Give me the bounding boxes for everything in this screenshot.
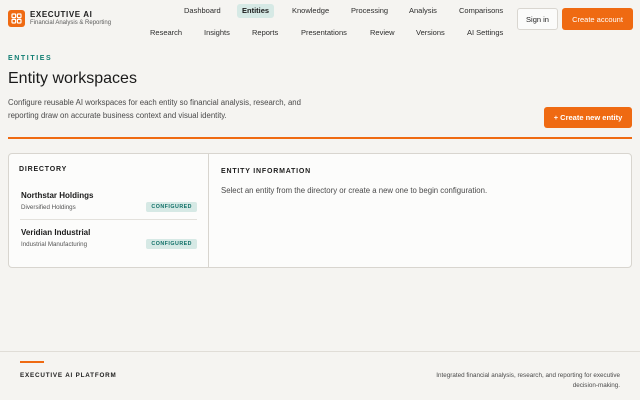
nav-versions[interactable]: Versions (411, 26, 450, 40)
brand[interactable]: EXECUTIVE AI Financial Analysis & Report… (8, 10, 111, 27)
nav-entities[interactable]: Entities (237, 4, 275, 18)
brand-name: EXECUTIVE AI (30, 10, 93, 19)
brand-subtitle: Financial Analysis & Reporting (30, 20, 112, 26)
nav-analysis[interactable]: Analysis (404, 4, 442, 18)
directory-heading: DIRECTORY (19, 166, 68, 173)
entity-list-item[interactable]: Northstar Holdings Diversified Holdings … (20, 187, 197, 220)
entity-name: Northstar Holdings (21, 191, 94, 200)
page-description: Configure reusable AI workspaces for eac… (8, 98, 301, 120)
page-title: Entity workspaces (8, 70, 137, 87)
nav-review[interactable]: Review (365, 26, 400, 40)
nav-presentations[interactable]: Presentations (296, 26, 352, 40)
nav-dashboard[interactable]: Dashboard (179, 4, 226, 18)
sign-in-button[interactable]: Sign in (517, 8, 558, 30)
status-badge: CONFIGURED (146, 202, 197, 212)
nav-insights[interactable]: Insights (199, 26, 235, 40)
nav-processing[interactable]: Processing (346, 4, 393, 18)
entity-sector: Diversified Holdings (21, 204, 76, 211)
entity-panel: DIRECTORY Northstar Holdings Diversified… (8, 153, 632, 268)
footer-divider (0, 351, 640, 352)
top-header: EXECUTIVE AI Financial Analysis & Report… (0, 0, 640, 40)
nav-ai-settings[interactable]: AI Settings (462, 26, 508, 40)
nav-research[interactable]: Research (145, 26, 187, 40)
nav-knowledge[interactable]: Knowledge (287, 4, 334, 18)
footer-tagline: Integrated financial analysis, research,… (436, 372, 620, 389)
entity-sector: Industrial Manufacturing (21, 241, 88, 248)
accent-divider (8, 137, 632, 139)
panel-divider (208, 154, 209, 267)
nav-comparisons[interactable]: Comparisons (454, 4, 508, 18)
logo-grid-icon (8, 10, 25, 27)
entity-name: Veridian Industrial (21, 228, 91, 237)
footer-brand: EXECUTIVE AI PLATFORM (20, 372, 117, 379)
create-account-button[interactable]: Create account (562, 8, 633, 30)
section-eyebrow: ENTITIES (8, 55, 53, 62)
entity-list-item[interactable]: Veridian Industrial Industrial Manufactu… (20, 224, 197, 257)
entity-information-heading: ENTITY INFORMATION (221, 168, 311, 175)
status-badge: CONFIGURED (146, 239, 197, 249)
page: EXECUTIVE AI Financial Analysis & Report… (0, 0, 640, 400)
nav-reports[interactable]: Reports (247, 26, 283, 40)
footer-accent-bar (20, 361, 44, 363)
create-entity-button[interactable]: + Create new entity (544, 107, 632, 128)
entity-information-empty-message: Select an entity from the directory or c… (221, 186, 488, 195)
